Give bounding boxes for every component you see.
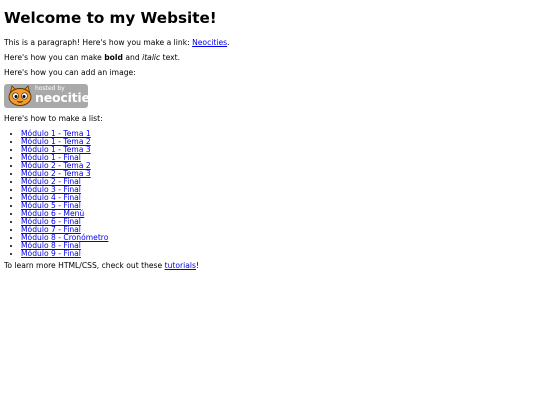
cat-mascot-icon (8, 84, 32, 106)
outro-paragraph: To learn more HTML/CSS, check out these … (4, 260, 540, 270)
neocities-link[interactable]: Neocities (192, 38, 227, 47)
tutorials-link[interactable]: tutorials (165, 261, 196, 270)
list-item: Módulo 3 - Final (21, 185, 540, 194)
page-title: Welcome to my Website! (4, 9, 217, 27)
list-item: Módulo 2 - Tema 3 (21, 169, 540, 178)
module-link[interactable]: Módulo 9 - Final (21, 249, 81, 258)
outro-text: To learn more HTML/CSS, check out these (4, 260, 165, 270)
list-item: Módulo 1 - Final (21, 153, 540, 162)
list-item: Módulo 5 - Final (21, 201, 540, 210)
module-list: Módulo 1 - Tema 1 Módulo 1 - Tema 2 Módu… (4, 129, 540, 258)
badge-text: hosted by neocities (35, 86, 97, 105)
neocities-badge[interactable]: hosted by neocities (4, 83, 97, 108)
formatting-before: Here's how you can make (4, 52, 105, 62)
bold-text: bold (104, 52, 123, 62)
list-item: Módulo 1 - Tema 2 (21, 137, 540, 146)
list-item: Módulo 2 - Final (21, 177, 540, 186)
list-item: Módulo 9 - Final (21, 249, 540, 258)
image-paragraph: hosted by neocities (4, 83, 540, 109)
list-item: Módulo 8 - Final (21, 241, 540, 250)
list-item: Módulo 6 - Menú (21, 209, 540, 218)
list-item: Módulo 1 - Tema 3 (21, 145, 540, 154)
intro-text: This is a paragraph! Here's how you make… (4, 37, 193, 47)
formatting-middle: and (122, 52, 143, 62)
image-intro: Here's how you can add an image: (4, 67, 136, 77)
list-item: Módulo 8 - Cronómetro (21, 233, 540, 242)
outro-end: ! (195, 260, 200, 270)
list-item: Módulo 6 - Final (21, 217, 540, 226)
badge-big-text: neocities (35, 90, 98, 106)
list-intro: Here's how to make a list: (4, 113, 103, 123)
list-item: Módulo 2 - Tema 2 (21, 161, 540, 170)
formatting-after: text. (160, 52, 181, 62)
list-item: Módulo 4 - Final (21, 193, 540, 202)
list-item: Módulo 1 - Tema 1 (21, 129, 540, 138)
intro-paragraph: This is a paragraph! Here's how you make… (4, 37, 540, 47)
page-content: Welcome to my Website! This is a paragra… (0, 0, 540, 270)
italic-text: italic (142, 52, 161, 62)
formatting-paragraph: Here's how you can make bold and italic … (4, 52, 540, 62)
intro-end: . (227, 37, 230, 47)
